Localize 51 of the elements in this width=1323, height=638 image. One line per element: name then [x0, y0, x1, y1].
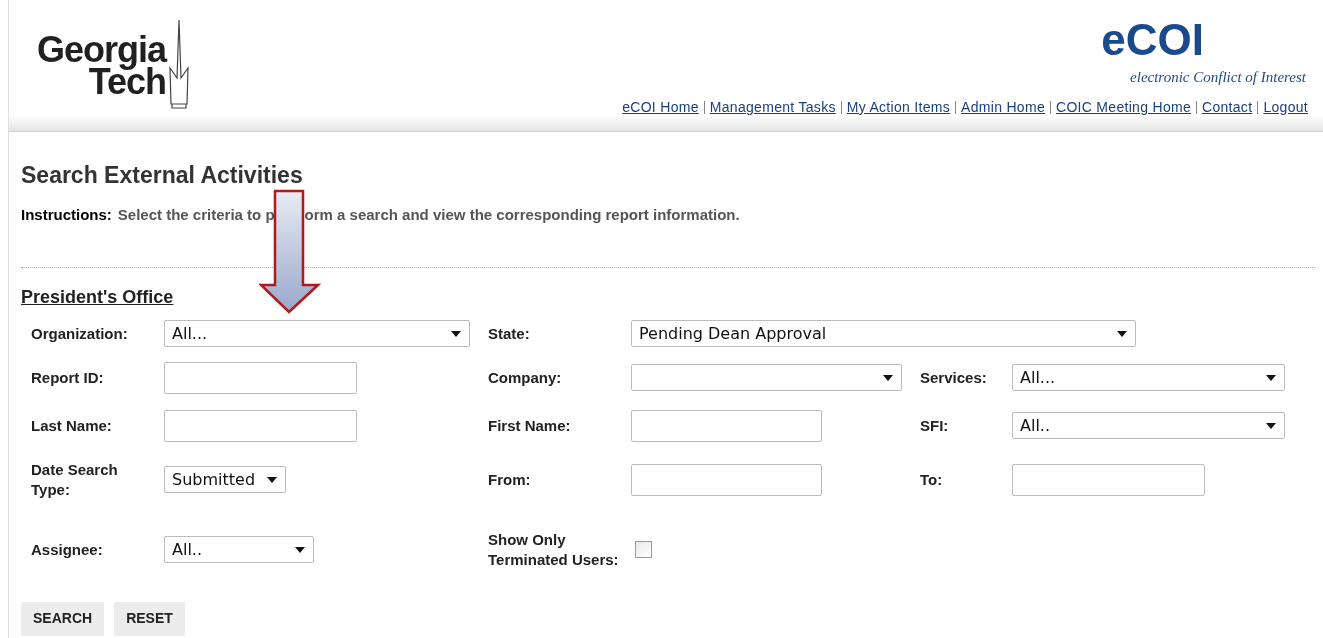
instructions-label: Instructions:: [21, 205, 112, 225]
nav-link[interactable]: COIC Meeting Home: [1056, 96, 1191, 118]
caret-icon: [1117, 330, 1127, 337]
caret-icon: [883, 374, 893, 381]
nav-link[interactable]: Contact: [1202, 96, 1253, 118]
nav-link[interactable]: Management Tasks: [709, 96, 836, 118]
input-field[interactable]: [631, 463, 822, 496]
caret-icon: [267, 476, 277, 483]
field-label: First Name:: [488, 415, 572, 436]
section-title: President's Office: [21, 285, 175, 308]
field-label: Last Name:: [31, 415, 113, 436]
button[interactable]: RESET: [114, 601, 185, 636]
nav-link[interactable]: eCOI Home: [622, 96, 699, 118]
caret-icon: [1266, 374, 1276, 381]
field-label: Report ID:: [31, 367, 105, 388]
dropdown[interactable]: All...: [164, 320, 470, 347]
field-label: Show Only Terminated Users:: [488, 529, 620, 570]
input-field[interactable]: [1012, 463, 1205, 496]
checkbox[interactable]: [635, 541, 652, 558]
field-label: State:: [488, 323, 531, 344]
caret-icon: [295, 546, 305, 553]
nav-link[interactable]: My Action Items: [846, 96, 951, 118]
input-field[interactable]: [164, 409, 357, 442]
input-field[interactable]: [631, 409, 822, 442]
button[interactable]: SEARCH: [21, 601, 105, 636]
instructions-text: Select the criteria to p: [117, 205, 275, 225]
field-label: To:: [920, 469, 944, 490]
dropdown[interactable]: Submitted: [164, 466, 286, 493]
nav-link[interactable]: Logout: [1263, 96, 1308, 118]
field-label: Organization:: [31, 323, 129, 344]
caret-icon: [1266, 422, 1276, 429]
field-label: Assignee:: [31, 539, 104, 560]
dropdown[interactable]: Pending Dean Approval: [631, 320, 1136, 347]
field-label: SFI:: [920, 415, 950, 436]
tower-logo-icon: [168, 18, 191, 110]
app-title: eCOI: [1101, 18, 1204, 62]
field-label: Services:: [920, 367, 988, 388]
page-title: Search External Activities: [21, 161, 304, 190]
dropdown[interactable]: All...: [1012, 364, 1285, 391]
logo-wordmark: Georgia Tech: [37, 28, 167, 98]
field-label: Date Search Type:: [31, 459, 119, 500]
instructions-text: orm a search and view the corresponding report information.: [304, 205, 740, 225]
dropdown[interactable]: All..: [1012, 412, 1285, 439]
caret-icon: [451, 330, 461, 337]
nav-link[interactable]: Admin Home: [961, 96, 1045, 118]
dropdown[interactable]: [631, 364, 902, 391]
dropdown[interactable]: All..: [164, 536, 314, 563]
input-field[interactable]: [164, 361, 357, 394]
app-subtitle: electronic Conflict of Interest: [1130, 68, 1306, 87]
field-label: From:: [488, 469, 532, 490]
field-label: Company:: [488, 367, 563, 388]
